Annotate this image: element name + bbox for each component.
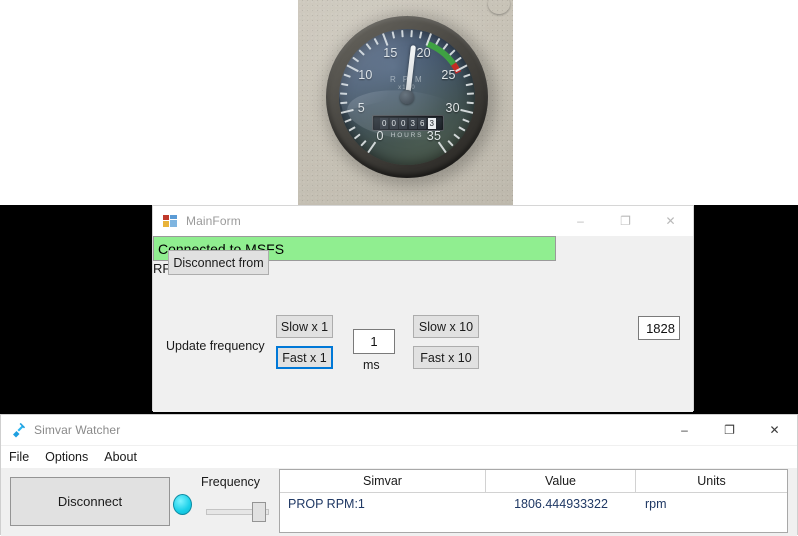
- ms-unit-label: ms: [363, 358, 380, 372]
- cell-value: 1806.444933322: [486, 493, 636, 515]
- mainform-body: Disconnect from Connected to MSFS Update…: [153, 236, 693, 412]
- table-header-row: Simvar Value Units: [280, 470, 787, 493]
- mainform-maximize-button[interactable]: ❐: [603, 206, 648, 236]
- mainform-window-buttons: – ❐ ✕: [558, 206, 693, 236]
- frequency-slider[interactable]: [206, 504, 269, 520]
- mainform-titlebar[interactable]: MainForm – ❐ ✕: [153, 206, 693, 236]
- simvar-disconnect-button[interactable]: Disconnect: [10, 477, 170, 526]
- simvar-titlebar[interactable]: Simvar Watcher – ❐ ✕: [1, 415, 797, 445]
- simvar-title: Simvar Watcher: [34, 423, 120, 437]
- menu-item-file[interactable]: File: [1, 448, 37, 466]
- table-row[interactable]: PROP RPM:11806.444933322rpm: [280, 493, 787, 515]
- desktop-background-left: [0, 205, 152, 411]
- update-frequency-label: Update frequency: [166, 339, 265, 353]
- connection-led-indicator: [173, 494, 192, 515]
- simvar-maximize-button[interactable]: ❐: [707, 415, 752, 445]
- simvar-watcher-window: Simvar Watcher – ❐ ✕ File Options About …: [0, 414, 798, 535]
- simvar-minimize-button[interactable]: –: [662, 415, 707, 445]
- mainform-close-button[interactable]: ✕: [648, 206, 693, 236]
- simvar-window-buttons: – ❐ ✕: [662, 415, 797, 445]
- column-header-value[interactable]: Value: [486, 470, 636, 492]
- gauge-face: 05101520253035 R P M x100 000363 HOURS: [339, 29, 475, 165]
- tachometer-photo: 05101520253035 R P M x100 000363 HOURS: [298, 0, 513, 205]
- fast-x1-button[interactable]: Fast x 1: [276, 346, 333, 369]
- slow-x1-button[interactable]: Slow x 1: [276, 315, 333, 338]
- frequency-slider-thumb[interactable]: [252, 502, 266, 522]
- simvar-menubar: File Options About: [1, 446, 797, 468]
- rpm-value-field: 1828: [638, 316, 680, 340]
- windows-form-icon: [162, 213, 178, 229]
- menu-item-about[interactable]: About: [96, 448, 145, 466]
- frequency-label: Frequency: [201, 475, 260, 489]
- cell-simvar: PROP RPM:1: [280, 493, 486, 515]
- menu-item-options[interactable]: Options: [37, 448, 96, 466]
- simvar-close-button[interactable]: ✕: [752, 415, 797, 445]
- fast-x10-button[interactable]: Fast x 10: [413, 346, 479, 369]
- table-body: PROP RPM:11806.444933322rpm: [280, 493, 787, 515]
- interval-ms-input[interactable]: 1: [353, 329, 395, 354]
- blue-plug-icon: [10, 422, 26, 438]
- mainform-title: MainForm: [186, 214, 241, 228]
- column-header-simvar[interactable]: Simvar: [280, 470, 486, 492]
- cell-units: rpm: [636, 493, 787, 515]
- mainform-window: MainForm – ❐ ✕ Disconnect from Connected…: [152, 205, 694, 411]
- simvar-table: Simvar Value Units PROP RPM:11806.444933…: [279, 469, 788, 533]
- simvar-body: Disconnect Frequency Simvar Value Units …: [1, 468, 797, 536]
- column-header-units[interactable]: Units: [636, 470, 787, 492]
- desktop-background-right: [694, 205, 798, 411]
- slow-x10-button[interactable]: Slow x 10: [413, 315, 479, 338]
- disconnect-from-button[interactable]: Disconnect from: [168, 250, 269, 275]
- mainform-minimize-button[interactable]: –: [558, 206, 603, 236]
